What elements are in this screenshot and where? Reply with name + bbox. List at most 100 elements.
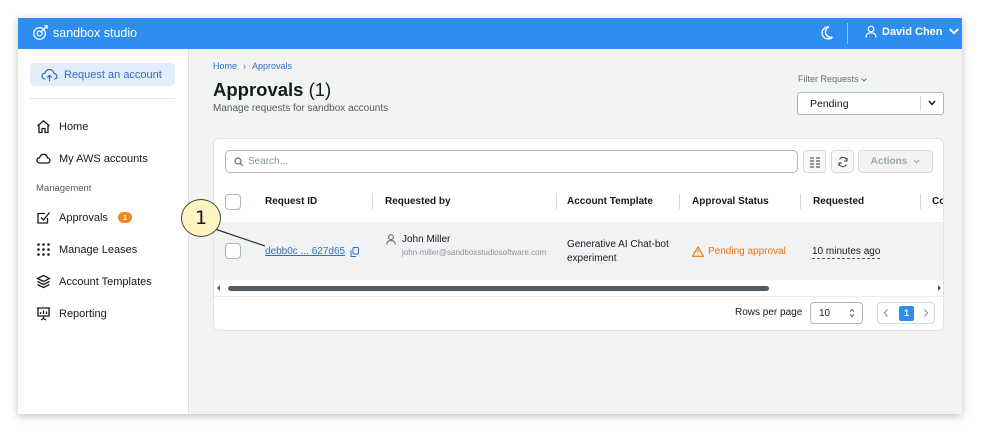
actions-label: Actions xyxy=(870,156,908,167)
chevron-down-icon xyxy=(913,159,920,164)
filter-label-text: Filter Requests xyxy=(798,74,859,84)
refresh-button[interactable] xyxy=(831,150,854,173)
page-number-button[interactable]: 1 xyxy=(899,306,914,321)
column-header-approval-status[interactable]: Approval Status xyxy=(692,196,769,207)
requested-time-cell: 10 minutes ago xyxy=(812,246,881,259)
page-title: Approvals (1) xyxy=(213,79,331,101)
checkbox-icon xyxy=(37,212,51,224)
breadcrumb-home-link[interactable]: Home xyxy=(213,61,237,71)
breadcrumb-separator-icon: › xyxy=(243,61,247,71)
select-all-checkbox[interactable] xyxy=(225,194,241,210)
approval-status-text: Pending approval xyxy=(708,246,786,257)
topbar-divider xyxy=(847,23,848,44)
top-bar: sandbox studio David Chen xyxy=(18,18,962,49)
columns-icon xyxy=(810,157,820,168)
breadcrumb-approvals-link[interactable]: Approvals xyxy=(252,61,292,71)
user-menu[interactable]: David Chen xyxy=(865,25,960,38)
sidebar-item-label: Account Templates xyxy=(59,275,152,288)
up-down-chevron-icon xyxy=(849,308,855,318)
column-header-request-id[interactable]: Request ID xyxy=(265,196,317,207)
table-row[interactable]: debb0c ... 627d65 John Miller john-mille… xyxy=(214,222,943,280)
approvals-count-badge: 1 xyxy=(117,212,133,223)
cloud-icon xyxy=(36,153,51,164)
refresh-icon xyxy=(838,156,848,168)
search-input[interactable]: Search... xyxy=(225,150,798,173)
brand-logo[interactable]: sandbox studio xyxy=(32,24,137,41)
table-header-row: Request ID Requested by Account Template… xyxy=(214,189,943,215)
scrollbar-thumb[interactable] xyxy=(228,286,769,291)
approval-status-cell: Pending approval xyxy=(692,246,786,257)
sidebar-item-reporting[interactable]: Reporting xyxy=(36,306,107,321)
user-icon xyxy=(865,25,877,38)
column-divider[interactable] xyxy=(679,194,680,209)
request-account-label: Request an account xyxy=(64,68,162,81)
chevron-down-icon xyxy=(861,78,867,82)
horizontal-scrollbar[interactable] xyxy=(214,283,943,293)
pagination: 1 xyxy=(877,302,935,324)
sidebar-item-label: Approvals xyxy=(59,211,108,224)
select-divider xyxy=(920,96,921,111)
scroll-left-arrow-icon[interactable] xyxy=(217,285,220,291)
cloud-upload-icon xyxy=(41,68,58,81)
request-id-text: debb0c ... 627d65 xyxy=(265,246,346,257)
grid-dots-icon xyxy=(37,243,50,256)
column-header-requested-by[interactable]: Requested by xyxy=(385,196,451,207)
sidebar-item-label: Reporting xyxy=(59,307,107,320)
requester-email: john-miller@sandboxstudiosoftware.com xyxy=(402,248,547,257)
sidebar-item-manage-leases[interactable]: Manage Leases xyxy=(36,242,137,257)
approvals-table-card: Search... Actions Request ID Requested b… xyxy=(213,138,944,331)
search-placeholder: Search... xyxy=(248,156,289,167)
request-id-link[interactable]: debb0c ... 627d65 xyxy=(265,246,360,257)
rows-per-page-value: 10 xyxy=(819,308,831,319)
search-icon xyxy=(234,157,244,167)
chevron-left-icon[interactable] xyxy=(882,308,890,318)
layers-icon xyxy=(36,274,51,289)
chevron-down-icon xyxy=(928,100,936,106)
column-header-requested[interactable]: Requested xyxy=(813,196,864,207)
home-icon xyxy=(37,119,50,134)
scroll-right-arrow-icon[interactable] xyxy=(938,285,941,291)
column-settings-button[interactable] xyxy=(803,150,826,173)
sandbox-logo-icon xyxy=(33,25,48,40)
sidebar-section-heading: Management xyxy=(36,183,92,194)
page-title-count: (1) xyxy=(308,79,332,100)
filter-select-value: Pending xyxy=(810,98,849,110)
column-divider[interactable] xyxy=(920,194,921,209)
sidebar-item-approvals[interactable]: Approvals 1 xyxy=(36,210,133,225)
filter-requests-label[interactable]: Filter Requests xyxy=(798,74,867,84)
warning-icon xyxy=(692,246,704,257)
rows-per-page-select[interactable]: 10 xyxy=(810,302,863,324)
sidebar-item-label: My AWS accounts xyxy=(59,152,148,165)
account-template-cell: Generative AI Chat-bot experiment xyxy=(567,239,669,264)
chevron-down-icon xyxy=(948,28,959,35)
row-select-checkbox[interactable] xyxy=(225,243,241,259)
column-header-account-template[interactable]: Account Template xyxy=(567,196,653,207)
callout-marker: 1 xyxy=(181,199,221,237)
sidebar-item-my-aws-accounts[interactable]: My AWS accounts xyxy=(36,151,148,166)
copy-icon[interactable] xyxy=(350,246,360,257)
page-subtitle: Manage requests for sandbox accounts xyxy=(213,103,389,114)
brand-name: sandbox studio xyxy=(53,25,138,40)
actions-dropdown-button[interactable]: Actions xyxy=(858,150,933,173)
request-account-button[interactable]: Request an account xyxy=(30,63,175,86)
app-window: sandbox studio David Chen Request an acc… xyxy=(18,18,962,414)
dark-mode-moon-icon[interactable] xyxy=(820,25,834,41)
column-divider[interactable] xyxy=(800,194,801,209)
sidebar-divider xyxy=(30,98,175,99)
breadcrumb: Home › Approvals xyxy=(213,61,292,71)
column-divider[interactable] xyxy=(556,194,557,209)
sidebar-item-home[interactable]: Home xyxy=(36,119,88,134)
chevron-right-icon[interactable] xyxy=(922,308,930,318)
sidebar-item-label: Manage Leases xyxy=(59,243,138,256)
column-divider[interactable] xyxy=(372,194,373,209)
footer-divider xyxy=(214,296,943,297)
sidebar-item-account-templates[interactable]: Account Templates xyxy=(36,274,152,289)
filter-requests-select[interactable]: Pending xyxy=(797,92,944,115)
user-name: David Chen xyxy=(882,25,943,38)
user-icon xyxy=(386,234,396,245)
column-header-truncated[interactable]: Co xyxy=(932,196,943,207)
requester-name: John Miller xyxy=(402,234,451,245)
presentation-icon xyxy=(37,307,50,321)
rows-per-page-label: Rows per page xyxy=(735,307,803,318)
sidebar: Request an account Home My AWS accounts … xyxy=(18,49,189,414)
